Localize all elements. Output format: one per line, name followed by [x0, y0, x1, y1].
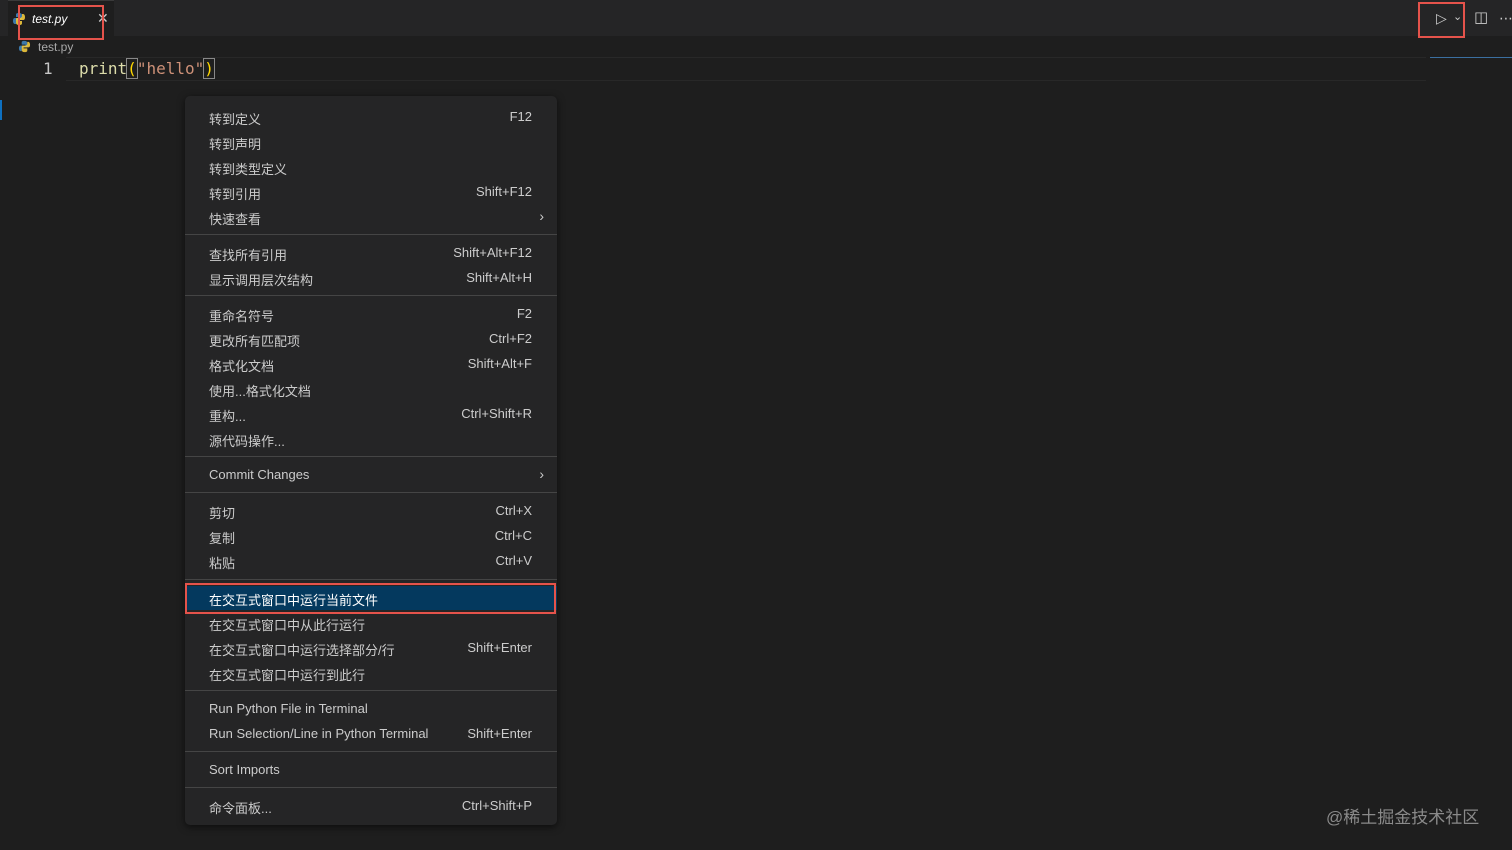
menu-item-label: 命令面板...: [209, 801, 272, 816]
menu-item-label: 更改所有匹配项: [209, 334, 301, 349]
menu-item-shortcut: Ctrl+V: [495, 553, 532, 568]
menu-item-label: 复制: [209, 531, 236, 546]
code-close-paren: ): [203, 58, 215, 79]
menu-separator: [185, 787, 557, 788]
menu-item-change-all-occurrences[interactable]: 更改所有匹配项 Ctrl+F2: [185, 327, 557, 351]
chevron-right-icon: ›: [539, 466, 544, 482]
menu-item-label: Commit Changes: [209, 467, 310, 482]
menu-item-label: 使用...格式化文档: [209, 384, 311, 399]
menu-item-commit-changes[interactable]: Commit Changes ›: [185, 463, 557, 487]
menu-item-label: 快速查看: [209, 212, 262, 227]
code-line[interactable]: print("hello"): [79, 58, 215, 79]
code-function: print: [79, 59, 128, 78]
menu-item-shortcut: F12: [509, 109, 532, 124]
menu-item-format-document[interactable]: 格式化文档 Shift+Alt+F: [185, 352, 557, 376]
menu-item-label: 源代码操作...: [209, 434, 285, 449]
menu-item-refactor[interactable]: 重构... Ctrl+Shift+R: [185, 402, 557, 426]
line-number: 1: [43, 59, 53, 78]
menu-item-format-document-with[interactable]: 使用...格式化文档: [185, 377, 557, 401]
current-line-highlight: [66, 57, 1426, 81]
menu-item-go-to-declaration[interactable]: 转到声明: [185, 130, 557, 154]
menu-separator: [185, 492, 557, 493]
breadcrumb: test.py: [0, 36, 1512, 58]
menu-item-source-action[interactable]: 源代码操作...: [185, 427, 557, 451]
menu-item-label: 转到类型定义: [209, 162, 288, 177]
menu-item-label: Run Python File in Terminal: [209, 701, 368, 716]
menu-item-run-selection-in-python-terminal[interactable]: Run Selection/Line in Python Terminal Shi…: [185, 722, 557, 746]
menu-item-cut[interactable]: 剪切 Ctrl+X: [185, 499, 557, 523]
menu-item-shortcut: Shift+Alt+H: [466, 270, 532, 285]
python-file-icon: [18, 40, 31, 53]
tab-bar: test.py ✕ ▷ ⌄ ◫ ⋯: [0, 0, 1512, 40]
menu-item-label: 重命名符号: [209, 309, 275, 324]
menu-item-label: 格式化文档: [209, 359, 275, 374]
tab-highlight-box: [18, 5, 104, 40]
menu-item-label: 转到声明: [209, 137, 262, 152]
menu-separator: [185, 234, 557, 235]
watermark: @稀土掘金技术社区: [1326, 808, 1480, 827]
menu-item-shortcut: Shift+Enter: [467, 726, 532, 741]
context-menu: 转到定义 F12 转到声明 转到类型定义 转到引用 Shift+F12 快速查看 › …: [185, 96, 557, 825]
menu-item-rename-symbol[interactable]: 重命名符号 F2: [185, 302, 557, 326]
code-open-paren: (: [126, 58, 138, 79]
menu-item-shortcut: Ctrl+F2: [489, 331, 532, 346]
split-editor-icon[interactable]: ◫: [1474, 9, 1488, 27]
menu-item-label: 查找所有引用: [209, 248, 288, 263]
menu-item-find-all-references[interactable]: 查找所有引用 Shift+Alt+F12: [185, 241, 557, 265]
menu-item-sort-imports[interactable]: Sort Imports: [185, 758, 557, 782]
menu-item-peek[interactable]: 快速查看 ›: [185, 205, 557, 229]
minimap-indicator: [1430, 57, 1512, 58]
menu-item-label: 在交互式窗口中从此行运行: [209, 618, 366, 633]
menu-item-label: Run Selection/Line in Python Terminal: [209, 726, 429, 741]
menu-item-label: 显示调用层次结构: [209, 273, 314, 288]
menu-separator: [185, 690, 557, 691]
menu-item-shortcut: Ctrl+Shift+P: [461, 798, 532, 813]
menu-item-shortcut: Ctrl+X: [495, 503, 532, 518]
menu-item-show-call-hierarchy[interactable]: 显示调用层次结构 Shift+Alt+H: [185, 266, 557, 290]
menu-item-command-palette[interactable]: 命令面板... Ctrl+Shift+P: [185, 794, 557, 818]
run-highlight-box: [1418, 2, 1465, 38]
menu-item-label: 重构...: [209, 409, 246, 424]
code-string: "hello": [136, 59, 205, 78]
menu-item-shortcut: F2: [516, 306, 532, 321]
more-actions-icon[interactable]: ⋯: [1499, 9, 1512, 27]
gutter-indicator: [0, 100, 2, 120]
menu-highlight-box: [185, 583, 556, 614]
menu-item-label: 在交互式窗口中运行到此行: [209, 668, 366, 683]
menu-item-go-to-type-definition[interactable]: 转到类型定义: [185, 155, 557, 179]
menu-item-label: 转到引用: [209, 187, 262, 202]
chevron-right-icon: ›: [539, 208, 544, 224]
menu-item-go-to-definition[interactable]: 转到定义 F12: [185, 105, 557, 129]
menu-separator: [185, 579, 557, 580]
menu-item-label: 在交互式窗口中运行选择部分/行: [209, 643, 395, 658]
menu-item-paste[interactable]: 粘贴 Ctrl+V: [185, 549, 557, 573]
menu-separator: [185, 456, 557, 457]
menu-item-shortcut: Ctrl+C: [494, 528, 532, 543]
menu-item-go-to-references[interactable]: 转到引用 Shift+F12: [185, 180, 557, 204]
menu-item-shortcut: Ctrl+Shift+R: [461, 406, 532, 421]
menu-item-shortcut: Shift+Alt+F: [467, 356, 532, 371]
menu-item-copy[interactable]: 复制 Ctrl+C: [185, 524, 557, 548]
menu-separator: [185, 295, 557, 296]
breadcrumb-file[interactable]: test.py: [38, 40, 73, 54]
menu-item-label: 粘贴: [209, 556, 236, 571]
menu-item-shortcut: Shift+Alt+F12: [453, 245, 532, 260]
menu-item-label: 剪切: [209, 506, 236, 521]
menu-item-run-to-line-interactive[interactable]: 在交互式窗口中运行到此行: [185, 661, 557, 685]
menu-item-run-from-line-interactive[interactable]: 在交互式窗口中从此行运行: [185, 611, 557, 635]
menu-item-label: 转到定义: [209, 112, 262, 127]
menu-item-shortcut: Shift+F12: [475, 184, 532, 199]
menu-item-run-selection-interactive[interactable]: 在交互式窗口中运行选择部分/行 Shift+Enter: [185, 636, 557, 660]
menu-separator: [185, 751, 557, 752]
menu-item-run-python-file-in-terminal[interactable]: Run Python File in Terminal: [185, 697, 557, 721]
menu-item-shortcut: Shift+Enter: [467, 640, 532, 655]
menu-item-label: Sort Imports: [209, 762, 280, 777]
